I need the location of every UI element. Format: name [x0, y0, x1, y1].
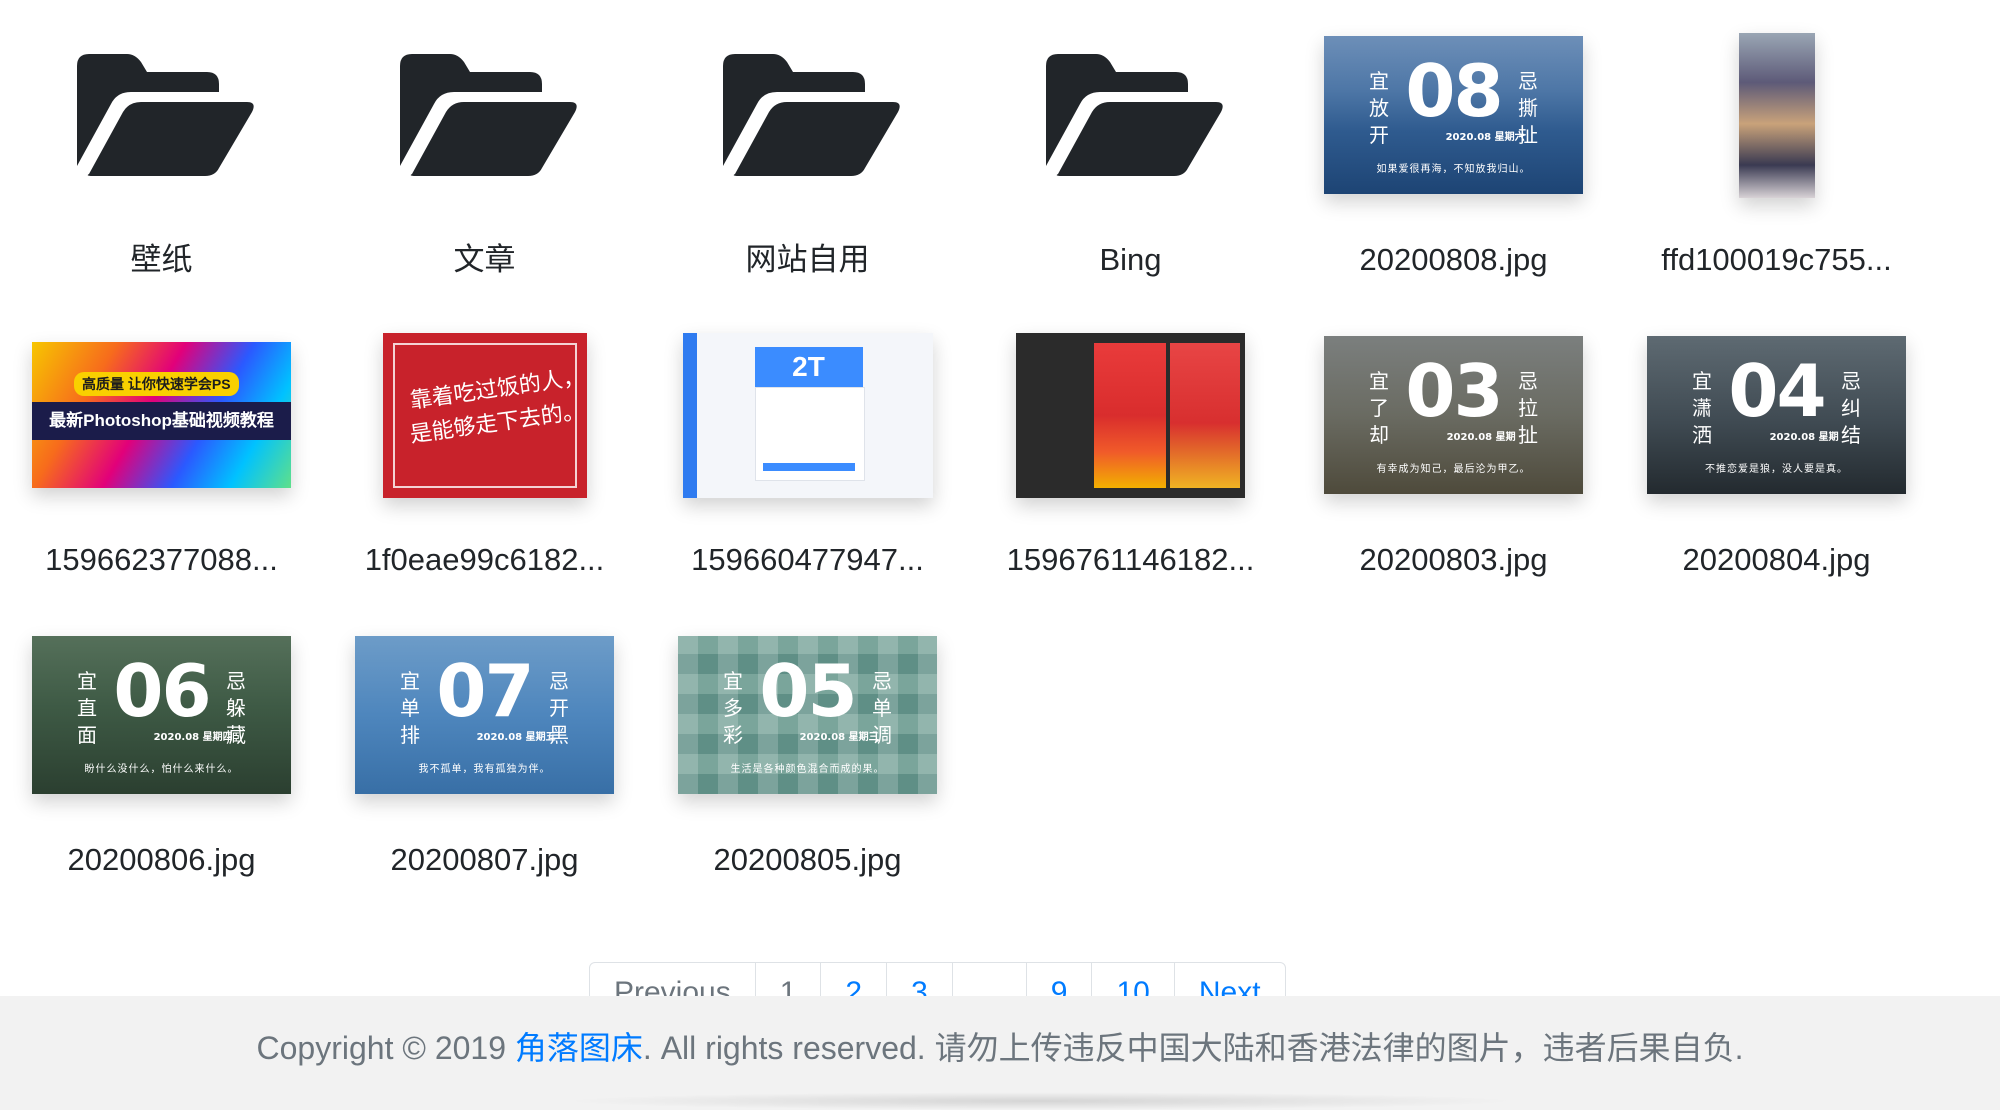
image-thumbnail: 03 宜了却 忌拉扯 2020.08 星期 有幸成为知己，最后沦为甲乙。	[1324, 336, 1583, 494]
calendar-quote: 有幸成为知己，最后沦为甲乙。	[1376, 464, 1531, 476]
calendar-yi: 宜多彩	[723, 668, 744, 747]
folder-open-icon	[323, 30, 646, 200]
file-item[interactable]: 05 宜多彩 忌单调 2020.08 星期三 生活是各种颜色混合而成的果。 20…	[646, 600, 969, 900]
file-name: 20200806.jpg	[67, 842, 256, 877]
footer: Copyright © 2019 角落图床. All rights reserv…	[0, 996, 2000, 1110]
image-thumbnail: 06 宜直面 忌躲藏 2020.08 星期四 盼什么没什么，怕什么来什么。	[32, 636, 291, 794]
calendar-ji: 忌拉扯	[1517, 368, 1538, 447]
calendar-quote: 盼什么没什么，怕什么来什么。	[84, 764, 239, 776]
calendar-day: 06	[113, 648, 211, 733]
screenshot-heading: 2T	[754, 346, 863, 387]
folder-item[interactable]: 壁纸	[0, 0, 323, 300]
file-name: 1596761146182...	[1006, 542, 1255, 577]
footer-shadow	[560, 1092, 1520, 1110]
image-thumbnail: 高质量 让你快速学会PS 最新Photoshop基础视频教程	[32, 342, 291, 488]
image-thumbnail	[1738, 32, 1815, 198]
file-item[interactable]: 2T 159660477947...	[646, 300, 969, 600]
file-item[interactable]: 07 宜单排 忌开黑 2020.08 星期五 我不孤单，我有孤独为伴。 2020…	[323, 600, 646, 900]
file-item[interactable]: 06 宜直面 忌躲藏 2020.08 星期四 盼什么没什么，怕什么来什么。 20…	[0, 600, 323, 900]
file-item[interactable]: 08 宜放开 忌撕扯 2020.08 星期六 如果爱很再海，不知放我归山。 20…	[1292, 0, 1615, 300]
file-name: 1f0eae99c6182...	[364, 542, 605, 577]
file-name: 20200807.jpg	[390, 842, 579, 877]
footer-prefix: Copyright © 2019	[256, 1030, 515, 1066]
file-name: 20200803.jpg	[1359, 542, 1548, 577]
image-thumbnail: 08 宜放开 忌撕扯 2020.08 星期六 如果爱很再海，不知放我归山。	[1324, 36, 1583, 194]
file-name: 20200804.jpg	[1682, 542, 1871, 577]
folder-item[interactable]: 网站自用	[646, 0, 969, 300]
folder-open-icon	[646, 30, 969, 200]
banner-bottom-text: 最新Photoshop基础视频教程	[32, 402, 291, 440]
folder-name: 文章	[453, 242, 516, 277]
footer-suffix: . All rights reserved. 请勿上传违反中国大陆和香港法律的图…	[642, 1030, 1744, 1066]
calendar-yi: 宜单排	[400, 668, 421, 747]
banner-top-text: 高质量 让你快速学会PS	[74, 372, 239, 396]
calendar-quote: 生活是各种颜色混合而成的果。	[730, 764, 885, 776]
calendar-date: 2020.08 星期六	[1445, 131, 1525, 143]
calendar-date: 2020.08 星期五	[476, 731, 556, 743]
folder-open-icon	[969, 30, 1292, 200]
folder-item[interactable]: 文章	[323, 0, 646, 300]
file-name: 159662377088...	[45, 542, 278, 577]
folder-open-icon	[0, 30, 323, 200]
calendar-date: 2020.08 星期四	[153, 731, 233, 743]
file-name: 159660477947...	[691, 542, 924, 577]
calendar-day: 05	[759, 648, 857, 733]
calendar-date: 2020.08 星期三	[799, 731, 879, 743]
footer-copyright: Copyright © 2019 角落图床. All rights reserv…	[0, 1028, 2000, 1068]
file-item[interactable]: ffd100019c755...	[1615, 0, 1938, 300]
image-thumbnail	[1016, 332, 1245, 498]
calendar-yi: 宜了却	[1369, 368, 1390, 447]
calendar-date: 2020.08 星期	[1769, 431, 1839, 443]
image-thumbnail: 靠着吃过饭的人， 是能够走下去的。	[382, 332, 587, 498]
footer-site-link[interactable]: 角落图床	[515, 1030, 643, 1066]
calendar-quote: 如果爱很再海，不知放我归山。	[1376, 164, 1531, 176]
calendar-day: 08	[1405, 48, 1503, 133]
file-item[interactable]: 1596761146182...	[969, 300, 1292, 600]
calendar-quote: 不推恋爱是狼，没人要是真。	[1705, 464, 1848, 476]
file-item[interactable]: 04 宜潇洒 忌纠结 2020.08 星期 不推恋爱是狼，没人要是真。 2020…	[1615, 300, 1938, 600]
file-name: 20200808.jpg	[1359, 242, 1548, 277]
calendar-date: 2020.08 星期	[1446, 431, 1516, 443]
image-thumbnail: 2T	[682, 332, 933, 498]
file-item[interactable]: 高质量 让你快速学会PS 最新Photoshop基础视频教程 159662377…	[0, 300, 323, 600]
calendar-quote: 我不孤单，我有孤独为伴。	[418, 764, 551, 776]
folder-name: 网站自用	[745, 242, 870, 277]
calendar-yi: 宜放开	[1369, 68, 1390, 147]
file-item[interactable]: 03 宜了却 忌拉扯 2020.08 星期 有幸成为知己，最后沦为甲乙。 202…	[1292, 300, 1615, 600]
file-item[interactable]: 靠着吃过饭的人， 是能够走下去的。 1f0eae99c6182...	[323, 300, 646, 600]
file-name: ffd100019c755...	[1661, 242, 1892, 277]
folder-item[interactable]: Bing	[969, 0, 1292, 300]
image-thumbnail: 04 宜潇洒 忌纠结 2020.08 星期 不推恋爱是狼，没人要是真。	[1647, 336, 1906, 494]
file-name: 20200805.jpg	[713, 842, 902, 877]
calendar-day: 03	[1405, 348, 1503, 433]
image-thumbnail: 05 宜多彩 忌单调 2020.08 星期三 生活是各种颜色混合而成的果。	[678, 636, 937, 794]
calendar-yi: 宜直面	[77, 668, 98, 747]
folder-name: 壁纸	[130, 242, 193, 277]
calendar-day: 07	[436, 648, 534, 733]
calendar-day: 04	[1728, 348, 1826, 433]
calendar-ji: 忌纠结	[1840, 368, 1861, 447]
folder-name: Bing	[1099, 242, 1162, 277]
calendar-yi: 宜潇洒	[1692, 368, 1713, 447]
image-thumbnail: 07 宜单排 忌开黑 2020.08 星期五 我不孤单，我有孤独为伴。	[355, 636, 614, 794]
